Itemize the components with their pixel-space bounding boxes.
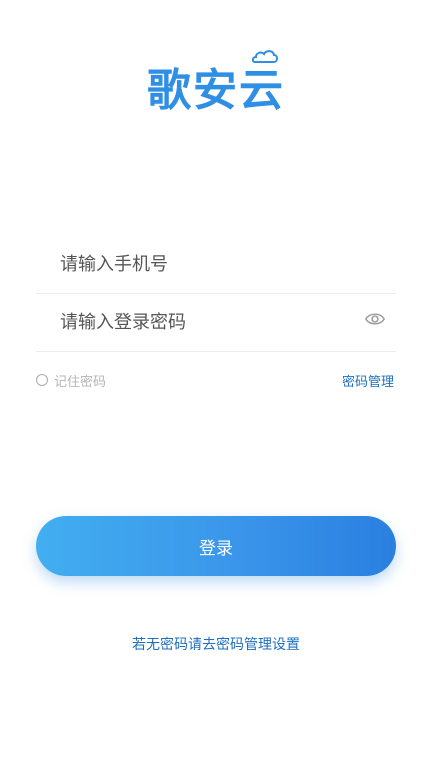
password-manage-link[interactable]: 密码管理: [342, 371, 396, 390]
password-input[interactable]: [36, 312, 336, 333]
app-logo: 歌安云: [0, 50, 432, 118]
remember-password-label: 记住密码: [54, 374, 107, 390]
phone-field: [36, 236, 396, 294]
login-options: 记住密码 密码管理: [36, 368, 396, 392]
password-hint-link[interactable]: 若无密码请去密码管理设置: [0, 634, 432, 654]
eye-icon[interactable]: [364, 308, 386, 330]
phone-input[interactable]: [36, 254, 336, 275]
logo-wrap: 歌安云: [147, 50, 285, 118]
remember-password-toggle[interactable]: 记住密码: [36, 371, 106, 390]
remember-radio[interactable]: [36, 374, 48, 386]
cloud-icon: [251, 50, 278, 63]
logo-text: 歌安云: [147, 65, 285, 116]
login-button[interactable]: 登录: [36, 516, 396, 576]
password-field: [36, 294, 396, 352]
